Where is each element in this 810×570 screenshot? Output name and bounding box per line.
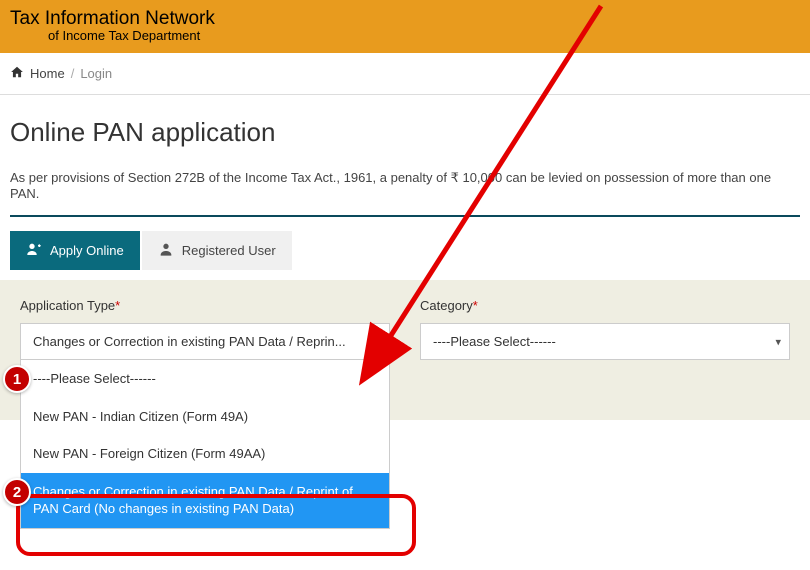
category-selected-value: ----Please Select------	[433, 334, 556, 349]
app-type-label: Application Type*	[20, 298, 390, 313]
penalty-notice: As per provisions of Section 272B of the…	[0, 162, 810, 211]
category-group: Category* ----Please Select------ ▾	[420, 298, 790, 360]
app-type-label-text: Application Type	[20, 298, 115, 313]
option-new-pan-foreign[interactable]: New PAN - Foreign Citizen (Form 49AA)	[21, 435, 389, 473]
annotation-bubble-2: 2	[3, 478, 31, 506]
required-marker: *	[115, 298, 120, 313]
breadcrumb-sep: /	[71, 66, 75, 81]
option-please-select[interactable]: ----Please Select------	[21, 360, 389, 398]
category-label: Category*	[420, 298, 790, 313]
category-select[interactable]: ----Please Select------ ▾	[420, 323, 790, 360]
option-changes-correction[interactable]: Changes or Correction in existing PAN Da…	[21, 473, 389, 528]
app-type-group: Application Type* Changes or Correction …	[20, 298, 390, 360]
category-label-text: Category	[420, 298, 473, 313]
notice-divider	[10, 215, 800, 217]
tab-registered-user[interactable]: Registered User	[142, 231, 292, 270]
user-plus-icon	[26, 241, 42, 260]
page-title: Online PAN application	[0, 95, 810, 162]
home-icon	[10, 65, 24, 82]
app-type-select[interactable]: Changes or Correction in existing PAN Da…	[20, 323, 390, 360]
form-panel: Application Type* Changes or Correction …	[0, 280, 810, 420]
required-marker: *	[473, 298, 478, 313]
breadcrumb-home[interactable]: Home	[30, 66, 65, 81]
site-subtitle: of Income Tax Department	[48, 28, 800, 43]
option-new-pan-indian[interactable]: New PAN - Indian Citizen (Form 49A)	[21, 398, 389, 436]
tab-apply-online[interactable]: Apply Online	[10, 231, 140, 270]
tab-apply-label: Apply Online	[50, 243, 124, 258]
app-type-dropdown: ----Please Select------ New PAN - Indian…	[20, 360, 390, 529]
chevron-down-icon: ▾	[775, 335, 781, 348]
breadcrumb: Home / Login	[0, 53, 810, 95]
chevron-up-icon: ▴	[375, 335, 381, 348]
site-header: Tax Information Network of Income Tax De…	[0, 0, 810, 53]
tab-bar: Apply Online Registered User	[0, 231, 810, 280]
breadcrumb-current: Login	[80, 66, 112, 81]
site-title: Tax Information Network	[10, 8, 800, 30]
annotation-bubble-1: 1	[3, 365, 31, 393]
tab-registered-label: Registered User	[182, 243, 276, 258]
user-icon	[158, 241, 174, 260]
app-type-selected-value: Changes or Correction in existing PAN Da…	[33, 334, 346, 349]
